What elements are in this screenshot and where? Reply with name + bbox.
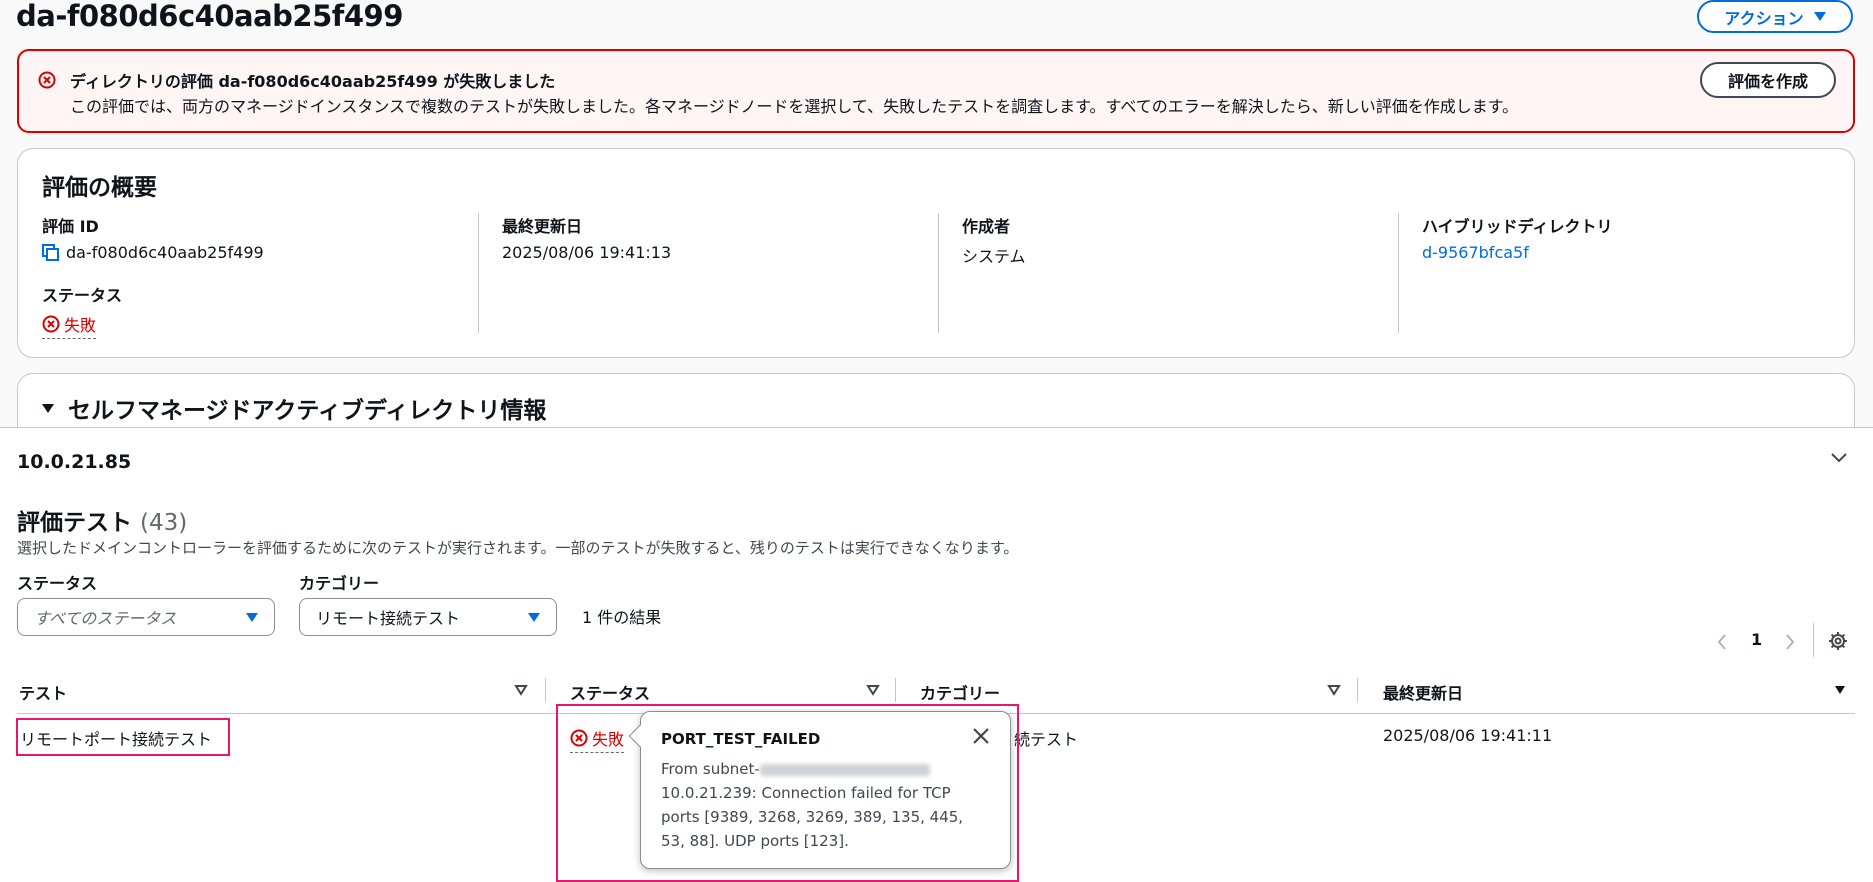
node-ip-title: 10.0.21.85 [17, 451, 132, 473]
creator-field: 作成者 システム [962, 213, 1026, 267]
error-popover: PORT_TEST_FAILED From subnet- 10.0.21.23… [628, 711, 1011, 869]
column-header-status[interactable]: ステータス [570, 680, 650, 704]
category-filter-select[interactable]: リモート接続テスト [299, 598, 557, 636]
status-cell-value: 失敗 [592, 730, 625, 749]
summary-title: 評価の概要 [42, 175, 157, 201]
gear-icon[interactable] [1828, 631, 1848, 651]
actions-label: アクション [1724, 8, 1804, 28]
status-filter-label: ステータス [17, 574, 98, 593]
alert-message: この評価では、両方のマネージドインスタンスで複数のテストが失敗しました。各マネー… [70, 97, 1519, 116]
last-updated-cell: 2025/08/06 19:41:11 [1383, 726, 1553, 745]
column-divider[interactable] [1357, 678, 1358, 702]
page-number[interactable]: 1 [1751, 630, 1762, 649]
status-filter-placeholder: すべてのステータス [34, 609, 177, 628]
assessment-id-value: da-f080d6c40aab25f499 [66, 243, 264, 262]
alert-title: ディレクトリの評価 da-f080d6c40aab25f499 が失敗しました [70, 72, 556, 91]
chevron-down-icon[interactable] [1830, 452, 1848, 464]
divider [938, 213, 939, 333]
divider [1813, 623, 1814, 657]
last-updated-field: 最終更新日 2025/08/06 19:41:13 [502, 213, 671, 262]
next-page-icon[interactable] [1784, 633, 1796, 651]
status-cell[interactable]: 失敗 [570, 726, 625, 753]
summary-card: 評価の概要 評価 ID da-f080d6c40aab25f499 ステータス … [17, 148, 1855, 358]
close-icon[interactable] [972, 727, 990, 745]
creator-label: 作成者 [962, 217, 1011, 236]
last-updated-value: 2025/08/06 19:41:13 [502, 243, 672, 262]
self-managed-ad-header[interactable]: セルフマネージドアクティブディレクトリ情報 [42, 391, 546, 425]
column-divider[interactable] [545, 678, 546, 702]
creator-value: システム [962, 247, 1026, 266]
error-alert: ディレクトリの評価 da-f080d6c40aab25f499 が失敗しました … [17, 49, 1855, 133]
sort-icon[interactable] [1327, 684, 1341, 696]
assessment-detail-page: da-f080d6c40aab25f499 アクション ディレクトリの評価 da… [0, 0, 1873, 428]
tests-title: 評価テスト (43) [17, 503, 187, 537]
error-icon [570, 729, 588, 747]
status-label: ステータス [42, 286, 123, 305]
category-filter-value: リモート接続テスト [316, 609, 461, 628]
column-header-category[interactable]: カテゴリー [920, 680, 1000, 704]
hybrid-directory-link[interactable]: d-9567bfca5f [1422, 243, 1613, 262]
error-icon [38, 71, 56, 89]
page-title: da-f080d6c40aab25f499 [16, 0, 403, 33]
status-filter-select[interactable]: すべてのステータス [17, 598, 275, 636]
divider [1398, 213, 1399, 333]
previous-page-icon[interactable] [1716, 633, 1728, 651]
category-filter-label: カテゴリー [299, 574, 380, 593]
popover-body: From subnet- 10.0.21.239: Connection fai… [661, 757, 991, 853]
assessment-id-field: 評価 ID da-f080d6c40aab25f499 ステータス 失敗 [42, 213, 264, 339]
sort-icon[interactable] [514, 684, 528, 696]
status-value: 失敗 [64, 316, 97, 335]
divider [478, 213, 479, 333]
column-header-last-updated[interactable]: 最終更新日 [1383, 680, 1463, 704]
caret-down-icon [246, 613, 258, 622]
last-updated-label: 最終更新日 [502, 217, 583, 236]
tests-title-text: 評価テスト [17, 510, 132, 536]
sort-icon[interactable] [866, 684, 880, 696]
error-icon [42, 315, 60, 333]
assessment-id-label: 評価 ID [42, 217, 99, 236]
redacted-subnet [759, 763, 930, 776]
column-header-test[interactable]: テスト [19, 680, 67, 704]
results-count: 1 件の結果 [582, 608, 662, 627]
actions-dropdown-button[interactable]: アクション [1697, 0, 1853, 33]
tests-description: 選択したドメインコントローラーを評価するために次のテストが実行されます。一部のテ… [17, 539, 1019, 557]
status-badge[interactable]: 失敗 [42, 312, 97, 339]
popover-title: PORT_TEST_FAILED [661, 730, 821, 748]
expand-caret-icon [42, 403, 54, 413]
hybrid-directory-label: ハイブリッドディレクトリ [1422, 217, 1613, 236]
hybrid-directory-field: ハイブリッドディレクトリ d-9567bfca5f [1422, 213, 1613, 262]
sort-desc-icon[interactable] [1833, 684, 1847, 696]
test-name-cell[interactable]: リモートポート接続テスト [16, 718, 230, 756]
self-managed-ad-title: セルフマネージドアクティブディレクトリ情報 [68, 398, 547, 424]
popover-message: 10.0.21.239: Connection failed for TCP p… [661, 784, 964, 850]
tests-count: (43) [140, 510, 188, 536]
create-assessment-button[interactable]: 評価を作成 [1700, 62, 1836, 98]
copy-icon[interactable] [42, 243, 60, 262]
popover-line1: From subnet- [661, 760, 760, 778]
caret-down-icon [528, 613, 540, 622]
caret-down-icon [1813, 12, 1826, 21]
self-managed-ad-section: セルフマネージドアクティブディレクトリ情報 [17, 373, 1855, 428]
column-divider[interactable] [895, 678, 896, 702]
